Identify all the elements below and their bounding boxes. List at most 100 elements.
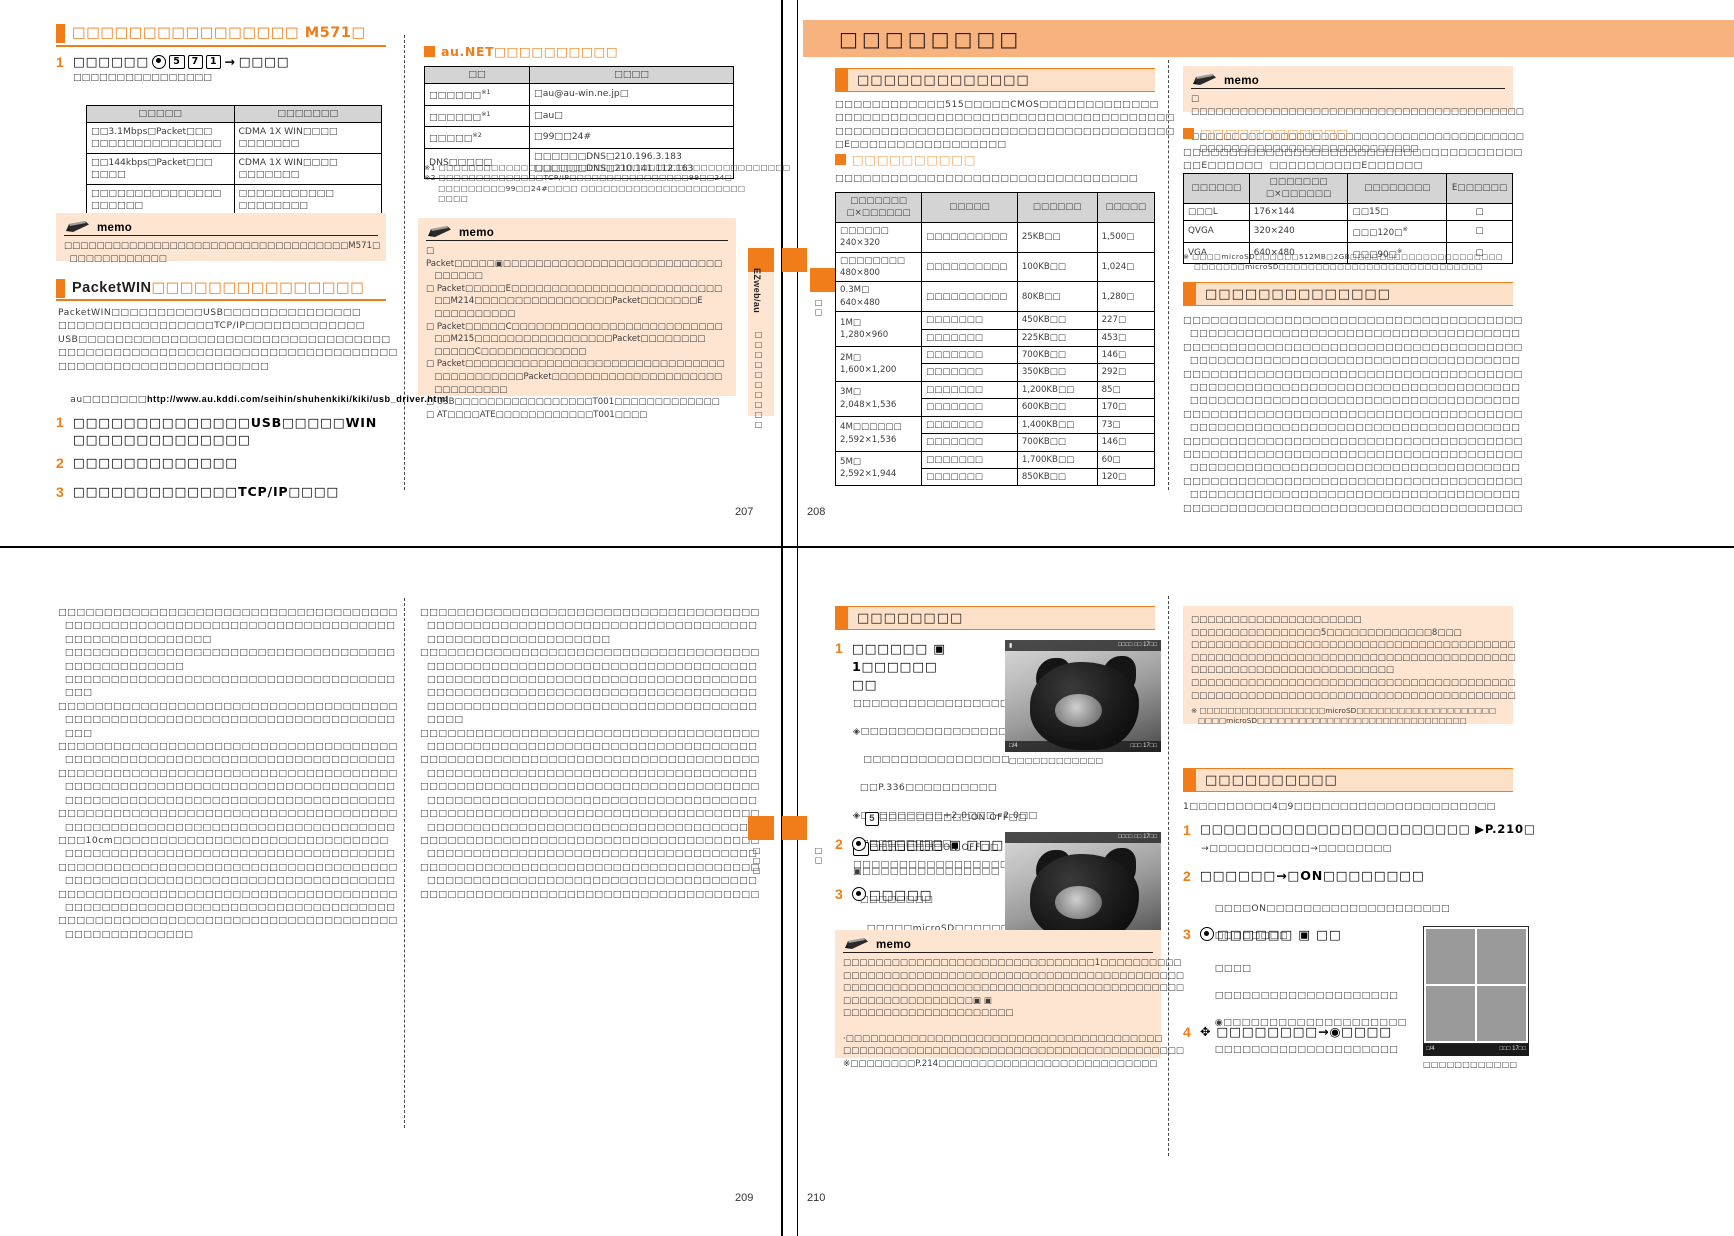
cell: 170□ xyxy=(1096,398,1156,417)
counter-indicator: □/4 xyxy=(1009,743,1018,749)
page-208-table-video-sizes: □□□□□□ □□□□□□□ □×□□□□□□ □□□□□□□□ E□□□□□□… xyxy=(1183,173,1513,264)
th: □□□□□□□□ xyxy=(1347,173,1448,204)
page-210-section-bar: □□□□□□□□ xyxy=(835,606,1155,630)
detail-line: □□□□□□□□□□□□□□□□□□ xyxy=(853,698,1019,709)
step-text: □□□□□□□□□□□□□□USB□□□□□WIN □□□□□□□□□□□□□□ xyxy=(73,415,378,447)
step-number: 2 xyxy=(56,455,64,471)
page-208-video-sub: □□□□□□□□□□□□□□□□□□□□□□□□□□□□□□□□□□□□□ □□… xyxy=(1183,147,1523,172)
square-bullet-icon xyxy=(835,154,846,165)
cell: □ xyxy=(1446,202,1513,222)
cell: 292□ xyxy=(1096,363,1156,382)
cell: □□□□□□□□□□□□□□□ □□□□□□ xyxy=(86,184,235,217)
table-row: □□144kbps□Packet□□□ □□□□ CDMA 1X WIN□□□□… xyxy=(86,153,382,186)
page-209-side-marker xyxy=(748,816,774,840)
th: □□□□□□□ □×□□□□□□ xyxy=(1248,173,1349,204)
page-210-inner-rule xyxy=(797,548,798,1236)
cell: □□□□□□ 240×320 xyxy=(834,221,923,253)
th: □□□□□□□ □×□□□□□□ xyxy=(834,192,923,223)
page-208-video-footnote: ※ □□□□microSD□□□□□□512MB□2GB□□□□□□□□□□□□… xyxy=(1183,252,1504,271)
camera-status-bar-bottom: □/4 □□□ 17□□ xyxy=(1005,741,1161,752)
detail-line: □□□□□□□□□□□□□□□□□□□□ xyxy=(1214,989,1399,1001)
pencil-icon xyxy=(428,226,451,237)
page-208-video-size-heading: □□□□□□□□□□□□ xyxy=(1183,126,1349,141)
cell: 25KB□□ xyxy=(1016,221,1098,253)
step-number: 3 xyxy=(56,484,64,500)
page-209-column-2-body: □□□□□□□□□□□□□□□□□□□□□□□□□□□□□□□□□□□□□ □□… xyxy=(420,607,760,900)
memo-label: memo xyxy=(459,227,495,239)
memo-body: □□□□□□□□□□□□□□□□□□□□□□□□□□□□□□□1□□□□□□□□… xyxy=(843,958,1185,1069)
cell: 450KB□□ xyxy=(1016,311,1098,330)
step-number: 2 xyxy=(1183,868,1191,884)
page-208-section-bar-1: □□□□□□□□□□□□□ xyxy=(835,68,1155,92)
camera-status-bar-top: □□□□ □□ 17□□ xyxy=(1005,832,1161,843)
page-208-chapter-banner: □□□□□□□□ xyxy=(803,20,1734,57)
heading-tick-icon xyxy=(56,23,65,43)
cell: □□□□□□※1 xyxy=(423,104,531,128)
heading-text: □□□□□□□□□□□□□□□□ M571□ xyxy=(72,25,366,41)
th: □□□□□□ xyxy=(1016,192,1098,223)
cell: 100KB□□ xyxy=(1016,251,1098,283)
page-208-section-bar-2: □□□□□□□□□□□□□□ xyxy=(1183,282,1513,306)
page-210-photo-preview-2: □□□□ □□ 17□□ □/4 □□□ 17□□ xyxy=(1005,832,1161,944)
table-row: □□□L 176×144 □□15□ □ xyxy=(1183,202,1513,222)
thumbnail-cell[interactable] xyxy=(1477,986,1526,1041)
cell: 227□ xyxy=(1096,311,1156,330)
cell: □□144kbps□Packet□□□ □□□□ xyxy=(86,153,235,186)
cell: 225KB□□ xyxy=(1016,328,1098,348)
page-210-step-2: 2 □□□□□□ ▣ □□□□ xyxy=(835,836,1025,852)
cell: 176×144 xyxy=(1248,202,1349,222)
page-208-side-marker-2 xyxy=(810,268,835,292)
table-row: 3M□ 2,048×1,536 □□□□□□□ 1,200KB□□ 85□ xyxy=(834,380,1156,417)
cell: □□□□□□※1 xyxy=(423,83,531,106)
cell: □□□□□□□ xyxy=(921,450,1018,469)
cell: □ xyxy=(1446,220,1513,243)
page-207-heading: □□□□□□□□□□□□□□□□ M571□ xyxy=(56,22,386,47)
cell: □□□□□□□ xyxy=(921,346,1018,365)
thumbnail-cell[interactable] xyxy=(1426,986,1475,1041)
cell: 1,700KB□□ xyxy=(1016,450,1098,469)
resolution-indicator: □□□□ □□ 17□□ xyxy=(1118,642,1157,648)
page-210-grid-statusbar: □/4 □□□ 17□□ xyxy=(1423,1044,1529,1056)
table-row: 0.3M□ 640×480 □□□□□□□□□□ 80KB□□ 1,280□ xyxy=(834,281,1156,313)
counter-indicator: □/4 xyxy=(1426,1046,1435,1052)
square-bullet-icon xyxy=(1183,128,1194,139)
url-text[interactable]: http://www.au.kddi.com/seihin/shuhenkiki… xyxy=(147,394,449,404)
key-5-icon: 5 xyxy=(169,54,185,69)
heading-tick-icon xyxy=(56,278,65,298)
thumbnail-cell[interactable] xyxy=(1426,929,1475,984)
cell: 1,200KB□□ xyxy=(1016,380,1098,400)
cell: 600KB□□ xyxy=(1016,398,1098,417)
dog-muzzle xyxy=(1054,693,1102,728)
page-209: □□□□□□□□□□□□□□□□□□□□□□□□□□□□□□□□□□□□□ □□… xyxy=(0,548,781,1236)
table-row: □□□□□□※1 □au@au-win.ne.jp□ xyxy=(423,83,734,106)
cell: □□□□□※2 xyxy=(423,126,531,149)
page-210-col2-step-3-detail: □□□□ □□□□□□□□□□□□□□□□□□□□ ◉□□□□□□□□□□□□□… xyxy=(1201,948,1431,1070)
center-key-icon xyxy=(1200,927,1214,941)
cell: □□□□□□□□□□ xyxy=(921,221,1018,253)
cell: CDMA 1X WIN□□□□ □□□□□□□ xyxy=(233,122,382,155)
step-subtext: □□□□□□□□□□□□□□□□ xyxy=(73,72,212,83)
cell: □au□ xyxy=(529,104,734,128)
battery-icon: ▮ xyxy=(1009,643,1013,649)
cell: 73□ xyxy=(1096,415,1156,435)
bar-tick-icon xyxy=(835,607,848,629)
page-210-col2-intro: 1□□□□□□□□□4□9□□□□□□□□□□□□□□□□□□□□□□ xyxy=(1183,801,1496,812)
step-number: 1 xyxy=(56,54,64,70)
step-text: □□□□□□→□ON□□□□□□□□ xyxy=(1200,868,1425,883)
cell: □□□□□□□ xyxy=(921,415,1018,435)
table-row: □□□□□□□□ 480×800 □□□□□□□□□□ 100KB□□ 1,02… xyxy=(834,251,1156,283)
cell: □□□□□□□ xyxy=(921,398,1018,417)
key-7-icon: 7 xyxy=(187,54,204,69)
page-207-aunet-heading: au.NET□□□□□□□□□□ xyxy=(424,44,618,59)
page-number-210: 210 xyxy=(807,1192,826,1204)
table-row: 2M□ 1,600×1,200 □□□□□□□ 700KB□□ 146□ xyxy=(834,346,1156,382)
page-210-col2-step-3: 3 □□□□□□ ▣ □□ xyxy=(1183,926,1423,942)
step-text: □□□□□□□□□□□□□TCP/IP□□□□ xyxy=(73,484,340,499)
thumbnail-cell[interactable] xyxy=(1477,929,1526,984)
page-207-memo-1: memo □□□□□□□□□□□□□□□□□□□□□□□□□□□□□□□□□□□… xyxy=(56,213,386,264)
cell: CDMA 1X WIN□□□□ □□□□□□□ xyxy=(233,153,382,186)
notebox-footnote: ※ □□□□□□□□□□□□□□□□□□microSD□□□□□□□□□□□□□… xyxy=(1191,706,1496,726)
detail-line: □□□□□□□□□□□□□□□□ xyxy=(853,754,1011,765)
center-key-icon xyxy=(852,887,866,901)
cell: 453□ xyxy=(1096,328,1156,348)
